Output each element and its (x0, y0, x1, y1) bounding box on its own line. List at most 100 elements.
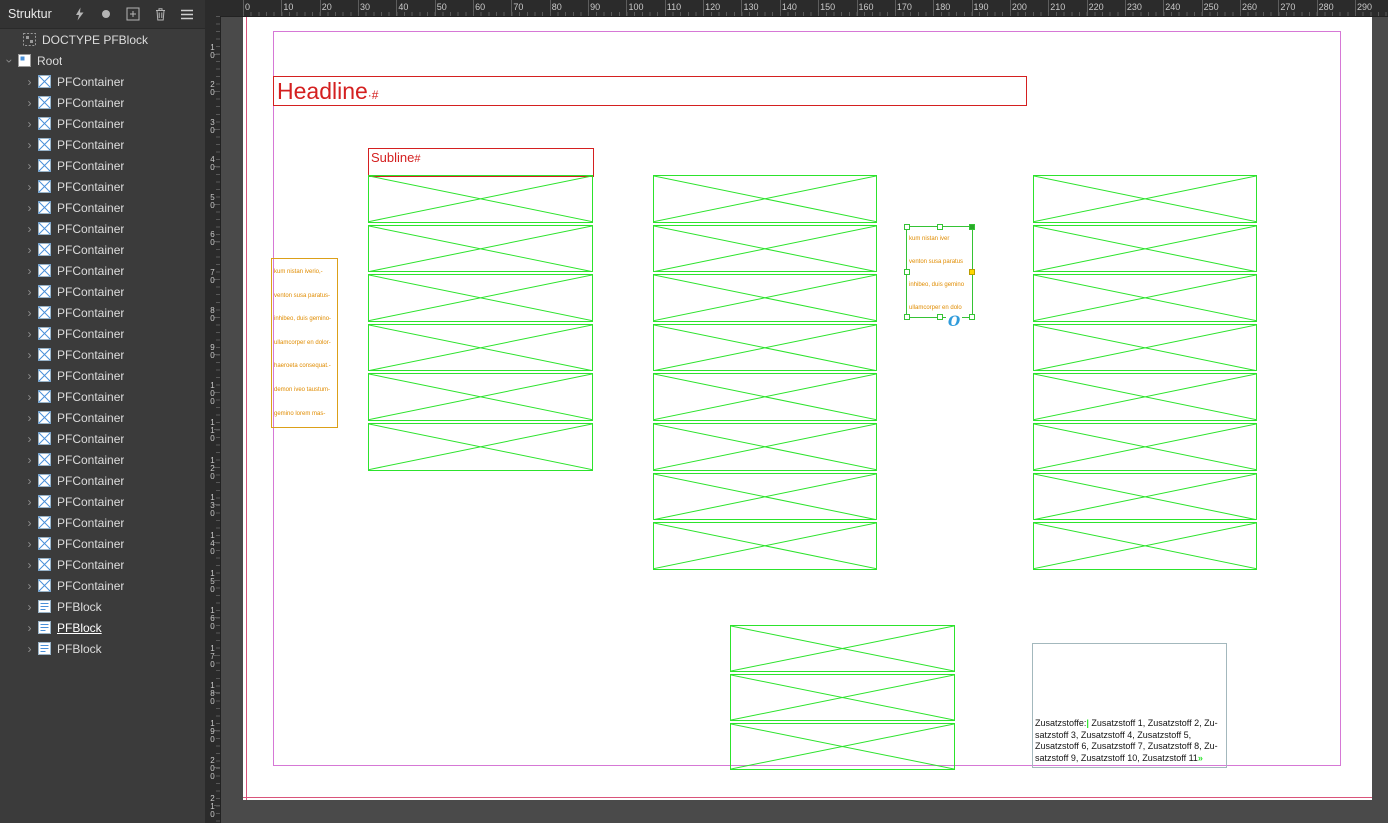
chevron-right-icon[interactable]: › (24, 369, 35, 383)
image-placeholder[interactable] (730, 674, 955, 721)
image-placeholder[interactable] (368, 175, 593, 223)
headline-frame[interactable]: Headline·# (273, 76, 1027, 106)
chevron-right-icon[interactable]: › (24, 516, 35, 530)
tree-item-pfcontainer[interactable]: ›PFContainer (0, 302, 205, 323)
chevron-right-icon[interactable]: › (24, 96, 35, 110)
subline-frame[interactable]: Subline# (368, 148, 594, 177)
tree-item-pfcontainer[interactable]: ›PFContainer (0, 197, 205, 218)
chevron-right-icon[interactable]: › (24, 474, 35, 488)
tree-item-pfcontainer[interactable]: ›PFContainer (0, 176, 205, 197)
image-placeholder[interactable] (730, 723, 955, 770)
tree-item-pfcontainer[interactable]: ›PFContainer (0, 281, 205, 302)
record-icon[interactable] (93, 3, 120, 25)
add-frame-icon[interactable] (120, 3, 147, 25)
handle-top-right[interactable] (969, 224, 975, 230)
tree-item-pfcontainer[interactable]: ›PFContainer (0, 155, 205, 176)
tree-item-pfcontainer[interactable]: ›PFContainer (0, 365, 205, 386)
chevron-right-icon[interactable]: › (24, 243, 35, 257)
chevron-right-icon[interactable]: › (24, 306, 35, 320)
tree-item-pfcontainer[interactable]: ›PFContainer (0, 323, 205, 344)
tree-item-pfcontainer[interactable]: ›PFContainer (0, 260, 205, 281)
linked-content-icon[interactable]: O (946, 314, 962, 330)
tree-item-pfblock[interactable]: ›PFBlock (0, 596, 205, 617)
chevron-down-icon[interactable]: › (3, 55, 17, 66)
image-placeholder[interactable] (653, 175, 877, 223)
image-placeholder[interactable] (368, 373, 593, 421)
chevron-right-icon[interactable]: › (24, 75, 35, 89)
handle-middle-right[interactable] (969, 269, 975, 275)
image-placeholder[interactable] (653, 373, 877, 421)
chevron-right-icon[interactable]: › (24, 537, 35, 551)
image-placeholder[interactable] (1033, 423, 1257, 471)
tree-item-pfcontainer[interactable]: ›PFContainer (0, 428, 205, 449)
chevron-right-icon[interactable]: › (24, 138, 35, 152)
flash-icon[interactable] (66, 3, 93, 25)
tree-item-pfcontainer[interactable]: ›PFContainer (0, 449, 205, 470)
tree-item-pfcontainer[interactable]: ›PFContainer (0, 491, 205, 512)
tree-item-pfcontainer[interactable]: ›PFContainer (0, 512, 205, 533)
image-placeholder[interactable] (653, 473, 877, 521)
image-placeholder[interactable] (1033, 175, 1257, 223)
handle-middle-left[interactable] (904, 269, 910, 275)
chevron-right-icon[interactable]: › (24, 327, 35, 341)
chevron-right-icon[interactable]: › (24, 642, 35, 656)
handle-top-middle[interactable] (937, 224, 943, 230)
image-placeholder[interactable] (653, 225, 877, 273)
image-placeholder[interactable] (653, 274, 877, 322)
chevron-right-icon[interactable]: › (24, 180, 35, 194)
image-placeholder[interactable] (368, 423, 593, 471)
tree-item-pfcontainer[interactable]: ›PFContainer (0, 575, 205, 596)
tree-item-pfblock[interactable]: ›PFBlock (0, 617, 205, 638)
chevron-right-icon[interactable]: › (24, 558, 35, 572)
image-placeholder[interactable] (1033, 274, 1257, 322)
tree-item-pfcontainer[interactable]: ›PFContainer (0, 218, 205, 239)
tree-item-pfcontainer[interactable]: ›PFContainer (0, 470, 205, 491)
chevron-right-icon[interactable]: › (24, 159, 35, 173)
image-placeholder[interactable] (1033, 522, 1257, 570)
chevron-right-icon[interactable]: › (24, 411, 35, 425)
image-placeholder[interactable] (368, 274, 593, 322)
tree-item-pfcontainer[interactable]: ›PFContainer (0, 554, 205, 575)
image-placeholder[interactable] (1033, 324, 1257, 372)
tree-item-pfcontainer[interactable]: ›PFContainer (0, 92, 205, 113)
additives-text-frame[interactable]: Zusatzstoffe:| Zusatzstoff 1, Zusatzstof… (1032, 643, 1227, 768)
chevron-right-icon[interactable]: › (24, 495, 35, 509)
chevron-right-icon[interactable]: › (24, 453, 35, 467)
tree-item-pfcontainer[interactable]: ›PFContainer (0, 71, 205, 92)
tree-item-pfcontainer[interactable]: ›PFContainer (0, 113, 205, 134)
chevron-right-icon[interactable]: › (24, 264, 35, 278)
handle-bottom-left[interactable] (904, 314, 910, 320)
tree-item-doctype[interactable]: DOCTYPE PFBlock (0, 29, 205, 50)
chevron-right-icon[interactable]: › (24, 621, 35, 635)
chevron-right-icon[interactable]: › (24, 579, 35, 593)
menu-icon[interactable] (174, 3, 201, 25)
chevron-right-icon[interactable]: › (24, 600, 35, 614)
handle-bottom-right[interactable] (969, 314, 975, 320)
chevron-right-icon[interactable]: › (24, 222, 35, 236)
chevron-right-icon[interactable]: › (24, 285, 35, 299)
tree-item-pfcontainer[interactable]: ›PFContainer (0, 239, 205, 260)
tree-item-pfcontainer[interactable]: ›PFContainer (0, 407, 205, 428)
selected-text-frame[interactable]: kum nistan iverventon susa paratusinhibe… (906, 226, 973, 318)
image-placeholder[interactable] (653, 423, 877, 471)
image-placeholder[interactable] (730, 625, 955, 672)
tree-item-pfcontainer[interactable]: ›PFContainer (0, 533, 205, 554)
chevron-right-icon[interactable]: › (24, 432, 35, 446)
image-placeholder[interactable] (1033, 373, 1257, 421)
image-placeholder[interactable] (653, 324, 877, 372)
chevron-right-icon[interactable]: › (24, 201, 35, 215)
tree-item-root[interactable]: › Root (0, 50, 205, 71)
image-placeholder[interactable] (653, 522, 877, 570)
handle-bottom-middle[interactable] (937, 314, 943, 320)
chevron-right-icon[interactable]: › (24, 390, 35, 404)
tree-item-pfcontainer[interactable]: ›PFContainer (0, 344, 205, 365)
image-placeholder[interactable] (368, 225, 593, 273)
image-placeholder[interactable] (368, 324, 593, 372)
handle-top-left[interactable] (904, 224, 910, 230)
image-placeholder[interactable] (1033, 225, 1257, 273)
chevron-right-icon[interactable]: › (24, 348, 35, 362)
trash-icon[interactable] (147, 3, 174, 25)
tree-item-pfblock[interactable]: ›PFBlock (0, 638, 205, 659)
image-placeholder[interactable] (1033, 473, 1257, 521)
chevron-right-icon[interactable]: › (24, 117, 35, 131)
